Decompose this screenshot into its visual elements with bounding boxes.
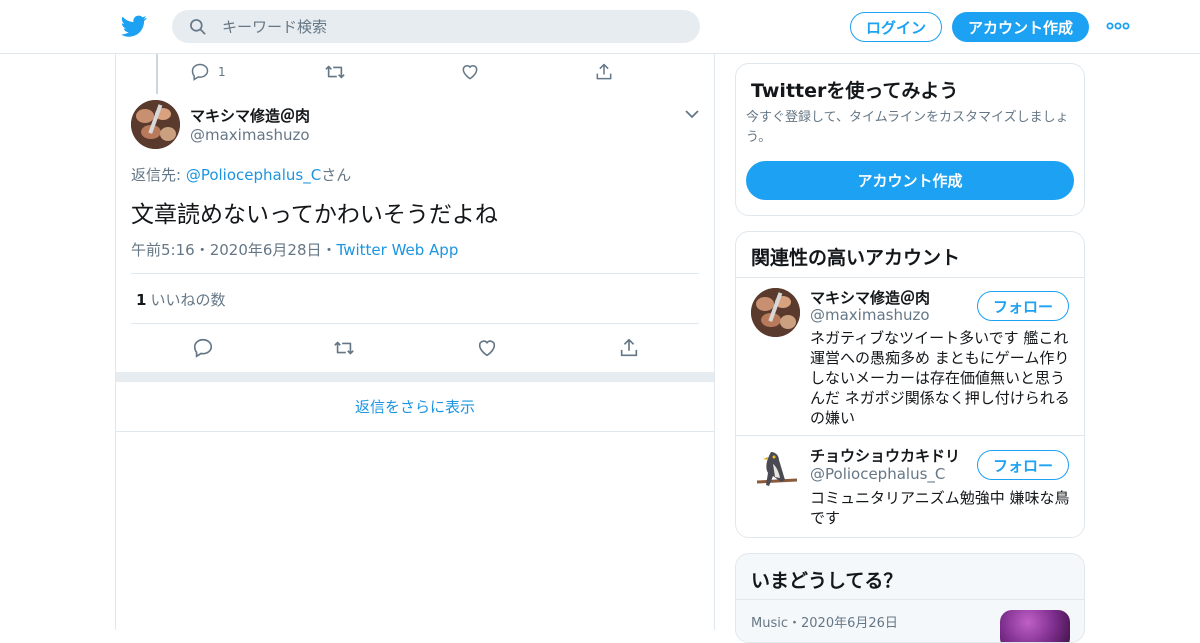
- like-count-stat[interactable]: 1 いいねの数: [136, 289, 225, 310]
- related-accounts-card: 関連性の高いアカウント マキシマ修造＠肉 @maximashuzo フォロー ネ…: [735, 231, 1085, 538]
- avatar-bird-image: [751, 446, 800, 495]
- prev-reply-count: 1: [218, 65, 226, 79]
- author-handle[interactable]: @maximashuzo: [190, 125, 310, 144]
- account-avatar[interactable]: [751, 446, 800, 495]
- account-handle[interactable]: @maximashuzo: [810, 306, 930, 324]
- login-button[interactable]: ログイン: [850, 12, 942, 42]
- follow-button[interactable]: フォロー: [977, 291, 1069, 321]
- divider: [736, 599, 1084, 600]
- search-input[interactable]: [222, 17, 662, 36]
- reply-icon[interactable]: [192, 337, 214, 359]
- show-more-replies-link[interactable]: 返信をさらに表示: [116, 382, 714, 432]
- section-separator: [116, 372, 714, 382]
- more-options-icon[interactable]: [1106, 18, 1130, 34]
- account-avatar[interactable]: [751, 288, 800, 337]
- retweet-icon[interactable]: [333, 337, 355, 359]
- follow-button[interactable]: フォロー: [977, 450, 1069, 480]
- signup-card: Twitterを使ってみよう 今すぐ登録して、タイムラインをカスタマイズしましょ…: [735, 63, 1085, 216]
- tweet-source-link[interactable]: Twitter Web App: [337, 241, 459, 259]
- share-icon: [596, 63, 612, 80]
- reply-to-user-link[interactable]: @Poliocephalus_C: [186, 166, 321, 184]
- reply-to-line: 返信先: @Poliocephalus_Cさん: [131, 166, 352, 184]
- prev-retweet-action[interactable]: [324, 62, 346, 82]
- author-name[interactable]: マキシマ修造＠肉: [190, 105, 310, 126]
- account-handle[interactable]: @Poliocephalus_C: [810, 465, 945, 483]
- trends-title: いまどうしてる？: [751, 570, 903, 592]
- prev-reply-action[interactable]: 1: [190, 62, 226, 82]
- heart-icon: [462, 65, 478, 80]
- account-bio: ネガティブなツイート多いです 艦これ運営への愚痴多め まともにゲーム作りしないメ…: [810, 329, 1070, 427]
- account-name[interactable]: マキシマ修造＠肉: [810, 287, 930, 308]
- tweet-date[interactable]: 2020年6月28日: [210, 241, 322, 259]
- divider: [131, 273, 699, 274]
- twitter-bird-logo-icon[interactable]: [120, 13, 148, 39]
- create-account-button[interactable]: アカウント作成: [746, 161, 1074, 200]
- share-icon[interactable]: [618, 337, 640, 359]
- search-icon: [190, 18, 206, 35]
- top-navigation-bar: ログイン アカウント作成: [0, 0, 1200, 54]
- divider: [736, 277, 1084, 278]
- reply-icon: [191, 63, 209, 81]
- chevron-down-icon[interactable]: [684, 108, 700, 120]
- related-accounts-title: 関連性の高いアカウント: [751, 247, 961, 269]
- tweet-time[interactable]: 午前5:16: [131, 241, 195, 259]
- account-bio: コミュニタリアニズム勉強中 嫌味な鳥です: [810, 489, 1070, 527]
- prev-share-action[interactable]: [594, 62, 614, 82]
- thread-line: [156, 54, 158, 94]
- prev-like-action[interactable]: [460, 62, 480, 82]
- divider: [736, 435, 1084, 436]
- signup-button[interactable]: アカウント作成: [952, 12, 1089, 42]
- signup-card-description: 今すぐ登録して、タイムラインをカスタマイズしましょう。: [746, 110, 1069, 145]
- heart-icon[interactable]: [476, 337, 498, 359]
- retweet-icon: [325, 65, 345, 79]
- signup-card-title: Twitterを使ってみよう: [751, 80, 959, 102]
- search-bar[interactable]: [172, 10, 700, 43]
- tweet-detail-column: 1 マキシマ修造＠肉 @maximashuzo 返信先: @Poliocepha…: [115, 54, 715, 630]
- avatar-meat-image: [131, 100, 180, 149]
- tweet-text: 文章読めないってかわいそうだよね: [131, 202, 498, 228]
- trend-thumbnail-image[interactable]: [1000, 610, 1070, 642]
- trend-item-meta[interactable]: Music・2020年6月26日: [751, 612, 898, 631]
- divider: [131, 323, 699, 324]
- avatar-meat-image: [751, 288, 800, 337]
- author-avatar[interactable]: [131, 100, 180, 149]
- account-name[interactable]: チョウショウカキドリ: [810, 445, 960, 466]
- tweet-metadata: 午前5:16・2020年6月28日・Twitter Web App: [131, 241, 459, 259]
